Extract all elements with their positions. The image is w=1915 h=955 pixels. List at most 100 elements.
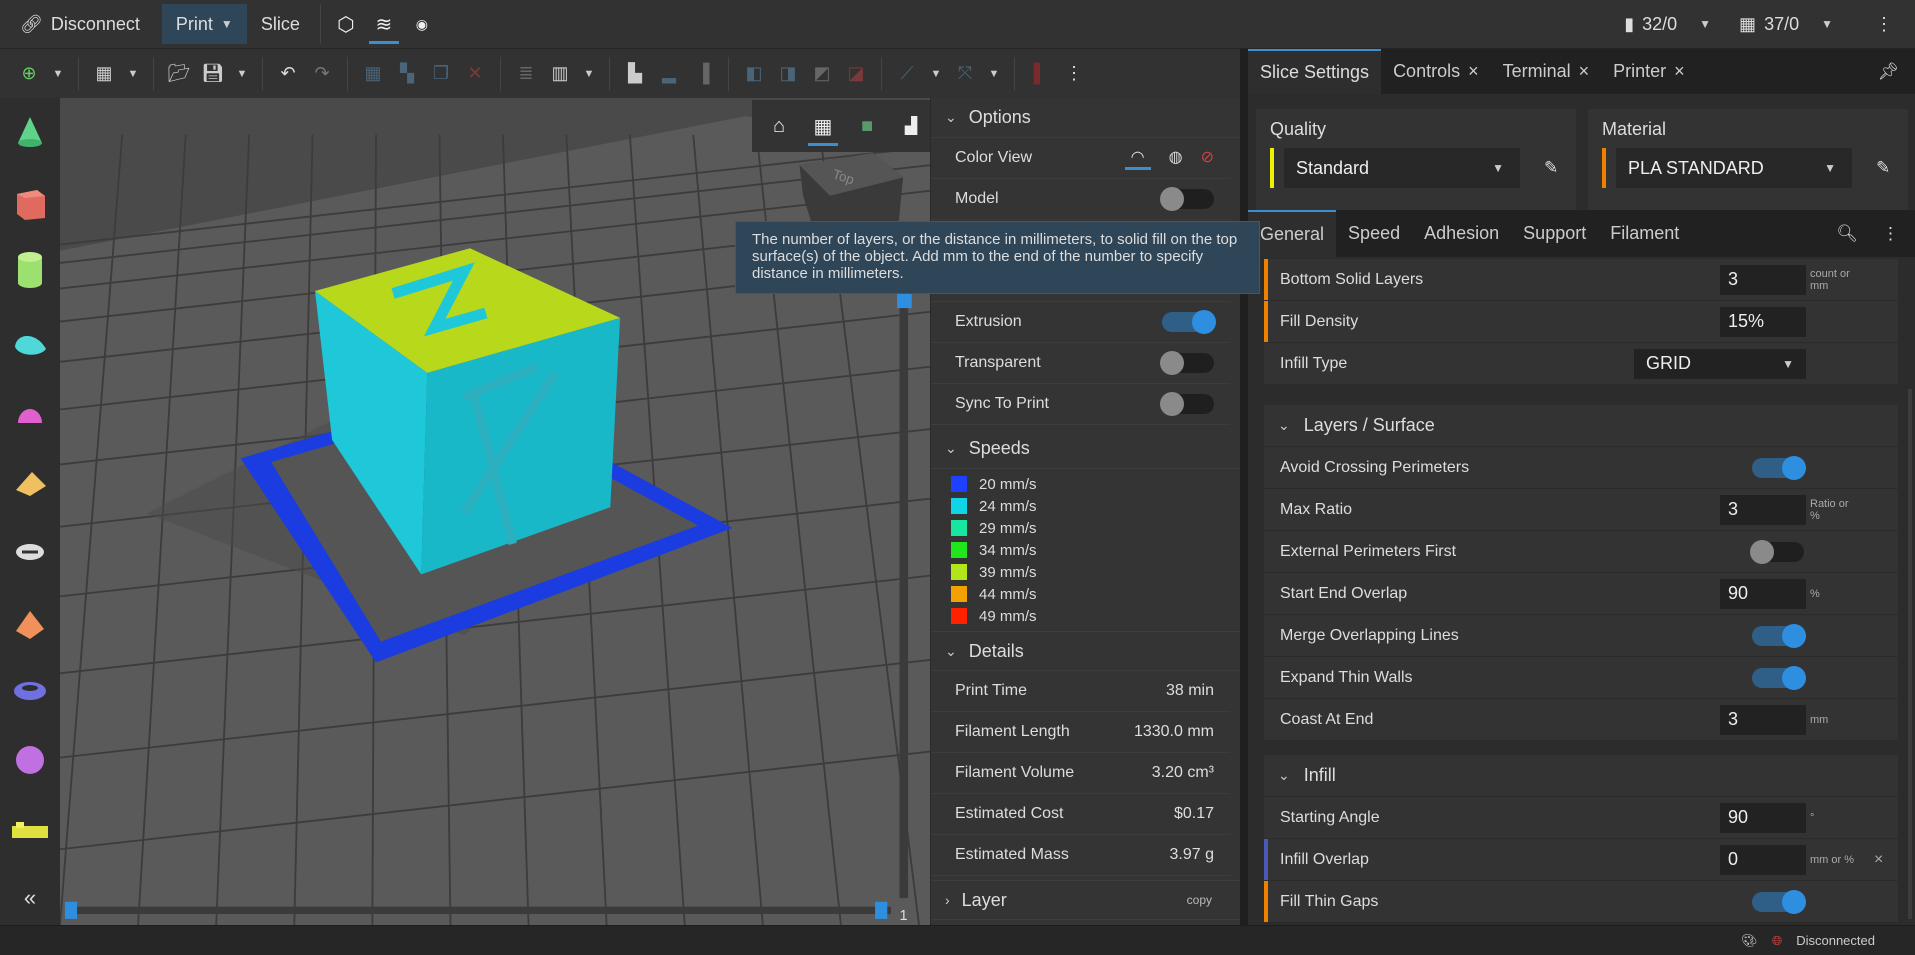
toggle[interactable]: [1752, 665, 1806, 690]
details-header[interactable]: ⌄ Details: [931, 631, 1240, 671]
toggle[interactable]: [1160, 187, 1214, 211]
save-icon[interactable]: 💾︎: [198, 56, 228, 92]
toggle[interactable]: [1160, 351, 1214, 375]
cylinder-icon[interactable]: [10, 250, 50, 290]
delete-icon[interactable]: ✕: [460, 56, 490, 92]
model-color-icon[interactable]: ■: [848, 104, 886, 148]
align-left-icon[interactable]: ▙: [620, 56, 650, 92]
toggle[interactable]: [1752, 455, 1806, 480]
setting-input[interactable]: 3: [1720, 494, 1806, 525]
boolean-union-icon[interactable]: ◧: [739, 56, 769, 92]
no-color-icon[interactable]: ⊘: [1201, 147, 1214, 170]
align-right-icon[interactable]: ▐: [688, 56, 718, 92]
setting-input[interactable]: 0: [1720, 844, 1806, 875]
sphere-icon[interactable]: [10, 740, 50, 780]
undo-icon[interactable]: ↶: [273, 56, 303, 92]
boolean-intersect-icon[interactable]: ◩: [807, 56, 837, 92]
scale-icon[interactable]: ⤧: [950, 56, 980, 92]
chevron-down-icon[interactable]: ▼: [926, 56, 946, 92]
copy-button[interactable]: copy: [1187, 893, 1212, 907]
cut-icon[interactable]: ▌: [1025, 56, 1055, 92]
infill-header[interactable]: ⌄ Infill: [1264, 755, 1898, 797]
hemisphere-icon[interactable]: [10, 395, 50, 435]
speeds-header[interactable]: ⌄ Speeds: [931, 429, 1240, 469]
slice-button[interactable]: Slice: [247, 4, 314, 44]
arrange-icon[interactable]: ▦: [358, 56, 388, 92]
grid-icon[interactable]: ▦: [89, 56, 119, 92]
print-button[interactable]: Print ▼: [161, 4, 247, 44]
close-icon[interactable]: ×: [1674, 61, 1685, 82]
options-header[interactable]: ⌄ Options: [931, 98, 1240, 138]
edit-pencil-icon[interactable]: ✎: [1544, 158, 1558, 178]
more-menu-icon[interactable]: ⋮: [1861, 4, 1907, 44]
chevron-down-icon[interactable]: ▼: [123, 56, 143, 92]
chevron-down-icon[interactable]: ▼: [48, 56, 68, 92]
infill-type-select[interactable]: GRID ▼: [1634, 348, 1806, 379]
home-icon[interactable]: ⌂: [760, 104, 798, 148]
cone-icon[interactable]: [10, 112, 50, 152]
layers-stack-icon[interactable]: ▟: [892, 104, 930, 148]
tab-controls[interactable]: Controls ×: [1381, 49, 1491, 94]
grid-view-icon[interactable]: ▦: [804, 104, 842, 148]
panel-splitter[interactable]: [1240, 49, 1248, 925]
disconnect-button[interactable]: 🔗︎ Disconnect: [6, 4, 154, 44]
toggle[interactable]: [1160, 392, 1214, 416]
bed-counter[interactable]: ▦ 37/0 ▼: [1739, 14, 1833, 35]
arrange-grid-icon[interactable]: ▚: [392, 56, 422, 92]
toggle[interactable]: [1750, 539, 1804, 564]
mirror-icon[interactable]: ⟋: [892, 56, 922, 92]
eye-view-icon[interactable]: ◉: [403, 2, 441, 46]
tab-slice-settings[interactable]: Slice Settings: [1248, 49, 1382, 94]
collapse-icon[interactable]: «: [10, 878, 50, 918]
progress-slider-end-handle[interactable]: [875, 901, 888, 919]
chevron-down-icon[interactable]: ▼: [232, 56, 252, 92]
toggle[interactable]: [1752, 889, 1806, 914]
tab-filament[interactable]: Filament: [1598, 210, 1691, 257]
hatched-circle-icon[interactable]: ◍: [1169, 147, 1183, 170]
image-converter-icon[interactable]: [10, 810, 50, 850]
setting-input[interactable]: 3: [1720, 704, 1806, 735]
toggle[interactable]: [1162, 310, 1216, 334]
model-view-cube-icon[interactable]: ⬡: [327, 2, 365, 46]
layers-view-icon[interactable]: ≋: [365, 2, 403, 46]
close-icon[interactable]: ×: [1579, 61, 1590, 82]
layers-icon[interactable]: ▥: [545, 56, 575, 92]
more-icon[interactable]: ⋮: [1059, 56, 1089, 92]
blob-icon[interactable]: [10, 324, 50, 364]
progress-slider-track[interactable]: [67, 906, 891, 915]
progress-slider-start-handle[interactable]: [64, 901, 78, 919]
chevron-down-icon[interactable]: ▼: [579, 56, 599, 92]
theme-palette-icon[interactable]: 🎨︎: [1741, 933, 1758, 949]
clear-icon[interactable]: ×: [1874, 851, 1883, 869]
pyramid-icon[interactable]: [10, 605, 50, 645]
text-icon[interactable]: [10, 532, 50, 572]
tab-speed[interactable]: Speed: [1336, 210, 1412, 257]
setting-input[interactable]: 90: [1720, 802, 1806, 833]
tab-adhesion[interactable]: Adhesion: [1412, 210, 1511, 257]
setting-input[interactable]: 90: [1720, 578, 1806, 609]
speed-gauge-icon[interactable]: ◠: [1124, 147, 1151, 170]
copy-icon[interactable]: ❐: [426, 56, 456, 92]
cube-icon[interactable]: [10, 184, 50, 224]
boolean-subtract-icon[interactable]: ◨: [773, 56, 803, 92]
add-part-icon[interactable]: ⊕: [14, 56, 44, 92]
chevron-down-icon[interactable]: ▼: [984, 56, 1004, 92]
tab-support[interactable]: Support: [1511, 210, 1598, 257]
tab-general[interactable]: General: [1248, 210, 1337, 257]
tab-terminal[interactable]: Terminal ×: [1491, 49, 1602, 94]
torus-icon[interactable]: [10, 671, 50, 711]
wedge-icon[interactable]: [10, 463, 50, 503]
layer-header[interactable]: › Layer copy: [931, 880, 1240, 920]
setting-input[interactable]: 3: [1720, 264, 1806, 295]
boolean-paint-icon[interactable]: ◪: [841, 56, 871, 92]
layer-slider-track[interactable]: [899, 293, 909, 899]
redo-icon[interactable]: ↷: [307, 56, 337, 92]
settings-scrollbar[interactable]: [1908, 389, 1912, 919]
close-icon[interactable]: ×: [1468, 61, 1479, 82]
edit-pencil-icon[interactable]: ✎: [1876, 158, 1890, 178]
pin-icon[interactable]: 📌︎: [1877, 62, 1899, 82]
extruder-counter[interactable]: ▮ 32/0 ▼: [1624, 14, 1711, 35]
search-icon[interactable]: 🔍︎: [1836, 224, 1858, 244]
tab-printer[interactable]: Printer ×: [1601, 49, 1697, 94]
quality-select[interactable]: Standard ▼: [1284, 148, 1520, 188]
